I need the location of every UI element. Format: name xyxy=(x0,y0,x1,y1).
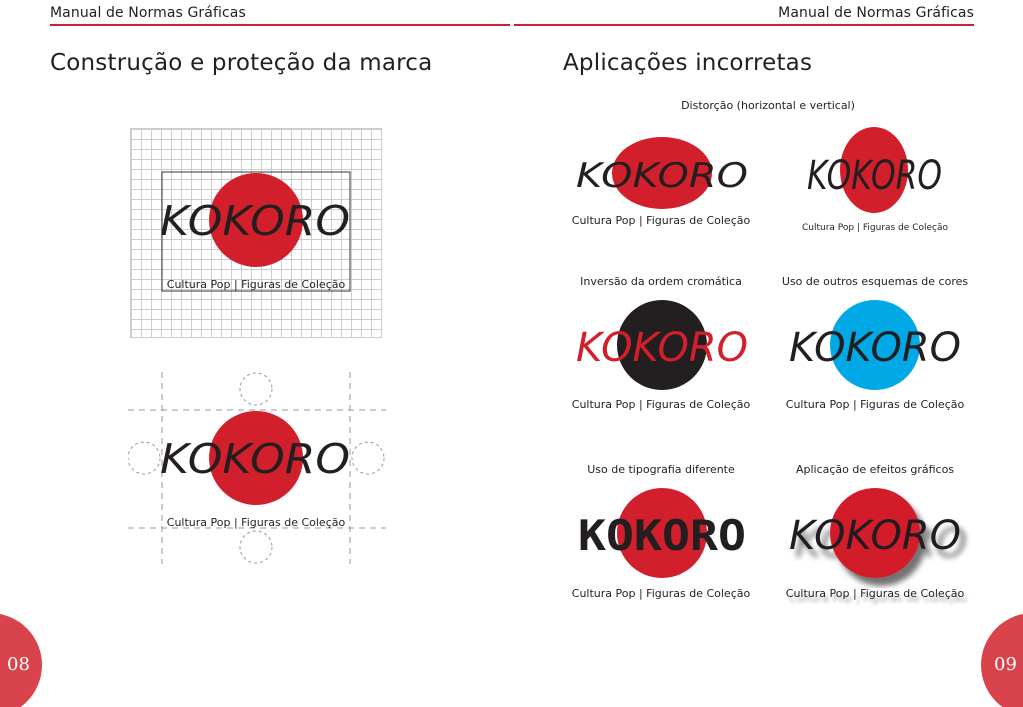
logo-wrong-typeface: KOKORO xyxy=(578,488,746,578)
logo-tagline: Cultura Pop | Figuras de Coleção xyxy=(571,587,751,600)
logo-tagline: Cultura Pop | Figuras de Coleção xyxy=(785,398,965,411)
logo-wordmark: KOKORO xyxy=(789,513,961,559)
logo-tagline: Cultura Pop | Figuras de Coleção xyxy=(166,516,346,529)
logo-wordmark: KOKORO xyxy=(578,511,746,560)
logo-tagline: Cultura Pop | Figuras de Coleção xyxy=(802,223,948,233)
logo-wordmark: KOKORO xyxy=(807,153,942,199)
header-left: Manual de Normas Gráficas xyxy=(50,5,246,21)
logo-distorted-vertical: KOKORO xyxy=(807,127,942,213)
logo-with-effects: KOKORO xyxy=(789,488,961,578)
logo-wordmark: KOKORO xyxy=(160,435,350,483)
logo-protection: KOKORO xyxy=(128,372,386,564)
logo-wordmark: KOKORO xyxy=(576,156,748,196)
logo-wordmark: KOKORO xyxy=(160,197,350,245)
page-number-left: 08 xyxy=(7,654,30,675)
logo-inverted: KOKORO xyxy=(576,300,748,390)
label-typography: Uso de tipografia diferente xyxy=(587,463,735,476)
label-distortion: Distorção (horizontal e vertical) xyxy=(681,99,855,112)
page-title-construction: Construção e proteção da marca xyxy=(50,50,433,76)
logo-tagline: Cultura Pop | Figuras de Coleção xyxy=(571,398,751,411)
label-effects: Aplicação de efeitos gráficos xyxy=(795,463,955,476)
logo-wordmark: KOKORO xyxy=(789,325,961,371)
page-number-right: 09 xyxy=(994,654,1017,675)
label-colors: Uso de outros esquemas de cores xyxy=(781,275,969,288)
logo-wordmark: KOKORO xyxy=(576,325,748,371)
logo-tagline: Cultura Pop | Figuras de Coleção xyxy=(785,587,965,600)
logo-tagline: Cultura Pop | Figuras de Coleção xyxy=(166,278,346,291)
header-rule-right xyxy=(514,24,974,26)
logo-tagline: Cultura Pop | Figuras de Coleção xyxy=(571,214,751,227)
logo-cyan: KOKORO xyxy=(789,300,961,390)
header-rule-left xyxy=(50,24,510,26)
logo-distorted-horizontal: KOKORO xyxy=(576,137,748,209)
logo-construction: KOKORO xyxy=(160,171,351,292)
label-inversion: Inversão da ordem cromática xyxy=(580,275,742,288)
page-title-incorrect: Aplicações incorretas xyxy=(563,50,813,76)
header-right: Manual de Normas Gráficas xyxy=(778,5,974,21)
